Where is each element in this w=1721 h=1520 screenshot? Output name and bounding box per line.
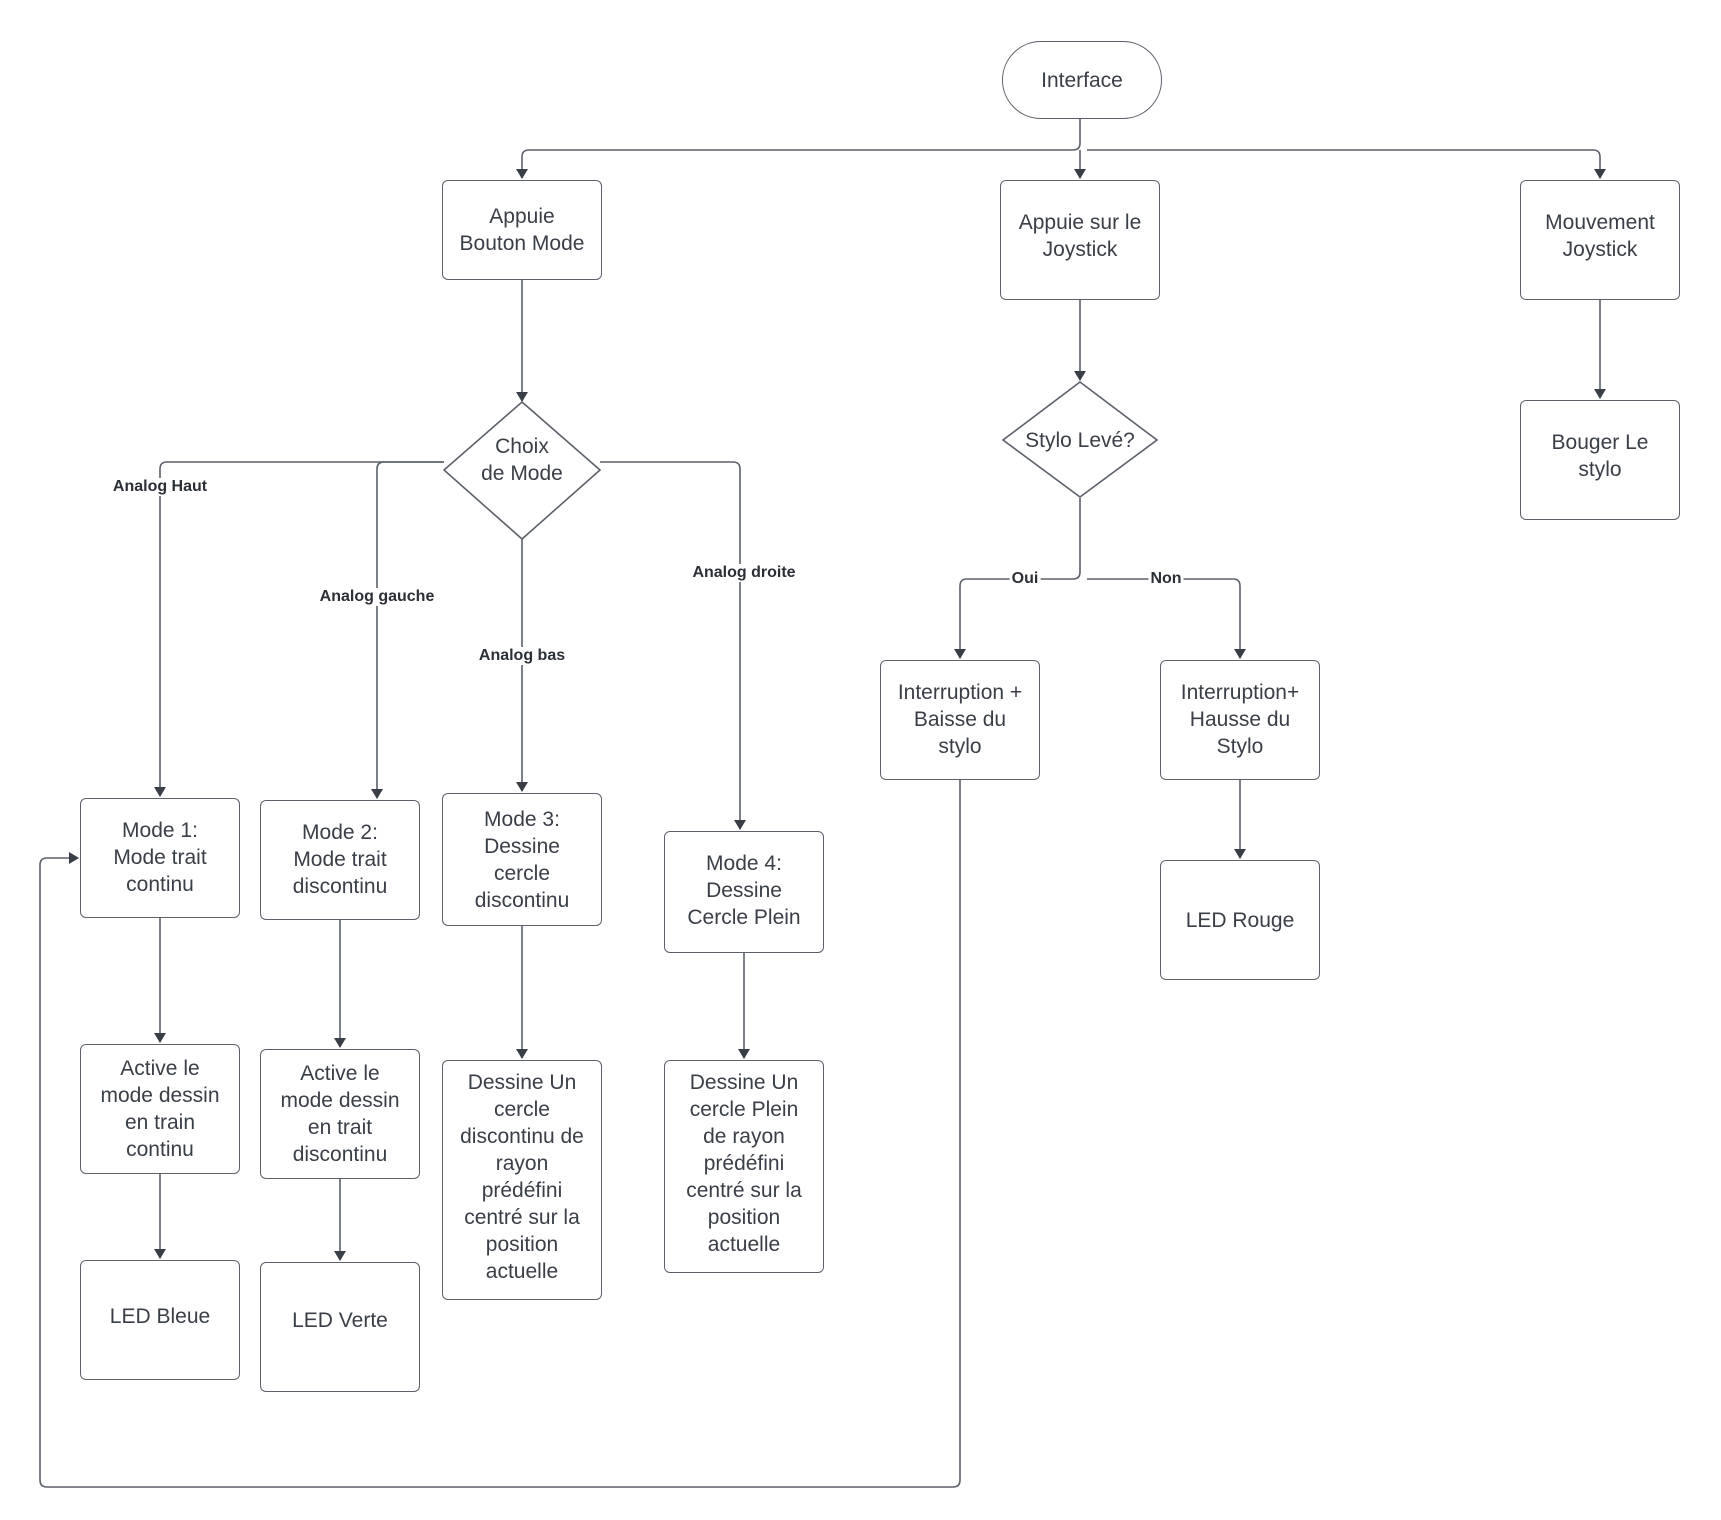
node-mouvement-joystick[interactable]: Mouvement Joystick bbox=[1520, 180, 1680, 300]
edge-label-analog-gauche: Analog gauche bbox=[317, 588, 437, 606]
node-interface[interactable]: Interface bbox=[1002, 41, 1162, 119]
node-stylo-leve[interactable]: Stylo Levé? bbox=[1005, 420, 1155, 460]
node-mode3[interactable]: Mode 3: Dessine cercle discontinu bbox=[442, 793, 602, 926]
connector-interface-mouvement bbox=[1087, 149, 1606, 179]
node-led-rouge[interactable]: LED Rouge bbox=[1160, 860, 1320, 980]
node-led-bleue[interactable]: LED Bleue bbox=[80, 1260, 240, 1380]
node-dessine3[interactable]: Dessine Un cercle discontinu de rayon pr… bbox=[442, 1060, 602, 1300]
node-active2[interactable]: Active le mode dessin en trait discontin… bbox=[260, 1049, 420, 1179]
node-bouger-stylo[interactable]: Bouger Le stylo bbox=[1520, 400, 1680, 520]
connector-non bbox=[1087, 578, 1246, 659]
connector-analog-gauche bbox=[371, 461, 444, 799]
node-dessine4[interactable]: Dessine Un cercle Plein de rayon prédéfi… bbox=[664, 1060, 824, 1273]
connectors-layer bbox=[39, 119, 1606, 1488]
flowchart-canvas: Interface Appuie Bouton Mode Appuie sur … bbox=[0, 0, 1721, 1520]
node-choix-mode[interactable]: Choix de Mode bbox=[452, 420, 592, 500]
connector-analog-haut bbox=[154, 461, 444, 797]
edge-label-analog-bas: Analog bas bbox=[476, 647, 568, 665]
connector-analog-droite bbox=[600, 461, 746, 830]
edge-label-analog-haut: Analog Haut bbox=[110, 478, 210, 496]
node-led-verte[interactable]: LED Verte bbox=[260, 1262, 420, 1392]
node-interruption-baisse[interactable]: Interruption + Baisse du stylo bbox=[880, 660, 1040, 780]
connector-interface-bus bbox=[516, 119, 1081, 179]
edge-label-oui: Oui bbox=[1009, 570, 1041, 588]
node-mode1[interactable]: Mode 1: Mode trait continu bbox=[80, 798, 240, 918]
node-interruption-hausse[interactable]: Interruption+ Hausse du Stylo bbox=[1160, 660, 1320, 780]
node-appuie-bouton-mode[interactable]: Appuie Bouton Mode bbox=[442, 180, 602, 280]
edge-label-non: Non bbox=[1148, 570, 1184, 588]
edge-label-analog-droite: Analog droite bbox=[690, 564, 798, 582]
node-active1[interactable]: Active le mode dessin en train continu bbox=[80, 1044, 240, 1174]
node-appuie-joystick[interactable]: Appuie sur le Joystick bbox=[1000, 180, 1160, 300]
node-mode4[interactable]: Mode 4: Dessine Cercle Plein bbox=[664, 831, 824, 953]
node-mode2[interactable]: Mode 2: Mode trait discontinu bbox=[260, 800, 420, 920]
